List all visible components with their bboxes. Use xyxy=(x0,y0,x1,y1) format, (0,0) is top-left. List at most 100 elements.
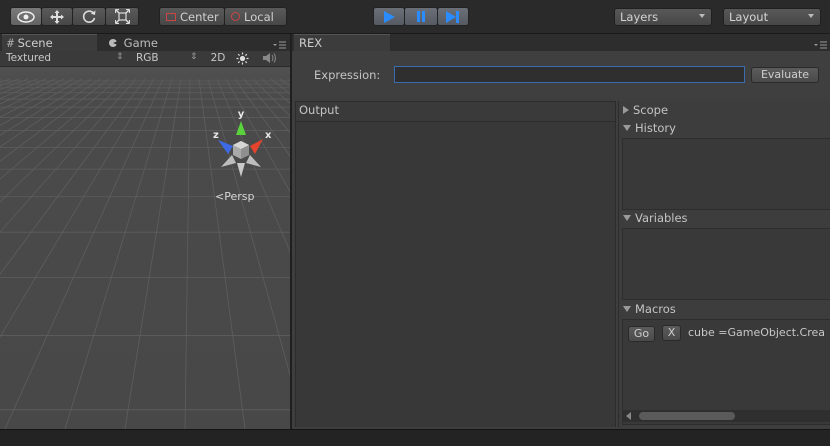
pivot-center-button[interactable]: Center xyxy=(159,7,225,26)
mode-2d-label: 2D xyxy=(210,52,226,64)
macro-remove-label: X xyxy=(667,326,676,339)
scene-viewport[interactable]: y x z <Persp xyxy=(0,67,290,429)
scale-tool-button[interactable] xyxy=(105,7,139,26)
expression-label: Expression: xyxy=(314,68,381,82)
game-pacman-icon xyxy=(109,39,117,47)
scene-panel: # Scene Game Textured ⇕ RGB ⇕ 2D y x z <… xyxy=(0,34,290,429)
pivot-local-button[interactable]: Local xyxy=(224,7,287,26)
projection-label: Persp xyxy=(224,190,255,203)
mode-2d-toggle[interactable]: 2D xyxy=(206,51,230,66)
local-rotation-icon xyxy=(231,12,240,21)
step-forward-icon xyxy=(446,10,459,23)
pivot-center-label: Center xyxy=(180,9,219,24)
variables-label: Variables xyxy=(635,211,688,225)
sun-icon xyxy=(236,52,249,65)
updown-arrows-icon: ⇕ xyxy=(190,52,198,62)
chevron-down-icon xyxy=(808,14,814,18)
scrollbar-thumb[interactable] xyxy=(639,412,735,420)
render-mode-label: RGB xyxy=(136,52,159,64)
macro-remove-button[interactable]: X xyxy=(662,325,681,341)
scene-control-bar: Textured ⇕ RGB ⇕ 2D xyxy=(0,51,290,67)
chevron-left-icon: < xyxy=(215,190,225,203)
rotate-tool-button[interactable] xyxy=(72,7,106,26)
layout-dropdown[interactable]: Layout xyxy=(723,8,821,26)
evaluate-button[interactable]: Evaluate xyxy=(751,67,819,83)
play-button[interactable] xyxy=(373,7,405,26)
gizmo-x-label: x xyxy=(265,130,272,141)
output-label: Output xyxy=(299,103,339,117)
panel-menu-icon[interactable] xyxy=(814,39,827,49)
layout-dropdown-label: Layout xyxy=(729,10,769,24)
pause-icon xyxy=(417,11,425,22)
macros-label: Macros xyxy=(635,302,676,316)
chevron-down-icon xyxy=(699,14,705,18)
shading-mode-dropdown[interactable]: Textured ⇕ xyxy=(6,52,124,65)
output-text-area[interactable] xyxy=(296,121,615,427)
pivot-local-label: Local xyxy=(244,9,274,24)
tab-scene-label: Scene xyxy=(17,36,53,50)
grid-hash-icon: # xyxy=(7,36,14,50)
gizmo-neg-x-cone[interactable] xyxy=(221,155,236,167)
gizmo-x-cone[interactable] xyxy=(250,139,263,154)
shading-mode-label: Textured xyxy=(6,52,52,64)
triangle-down-icon xyxy=(623,306,631,312)
gizmo-y-label: y xyxy=(238,109,245,120)
pause-button[interactable] xyxy=(404,7,438,26)
tab-game[interactable]: Game xyxy=(104,35,194,52)
orientation-gizmo[interactable]: y x z xyxy=(206,109,276,189)
projection-toggle[interactable]: <Persp xyxy=(215,190,254,203)
view-tool-button[interactable] xyxy=(10,7,42,26)
expression-row: Expression: Evaluate xyxy=(292,51,830,97)
gizmo-z-cone[interactable] xyxy=(218,140,233,154)
status-bar xyxy=(0,429,830,446)
layers-dropdown[interactable]: Layers xyxy=(614,8,712,26)
expression-input[interactable] xyxy=(394,66,745,83)
panel-menu-icon[interactable] xyxy=(273,39,286,49)
tab-game-label: Game xyxy=(123,36,158,50)
macro-go-label: Go xyxy=(633,327,650,340)
move-arrows-icon xyxy=(50,9,64,24)
updown-arrows-icon: ⇕ xyxy=(116,52,124,62)
triangle-down-icon xyxy=(623,215,631,221)
render-mode-dropdown[interactable]: RGB ⇕ xyxy=(136,52,200,65)
macro-go-button[interactable]: Go xyxy=(628,326,655,342)
gizmo-neg-z-cone[interactable] xyxy=(246,155,261,167)
main-toolbar: Center Local Layers Layout xyxy=(0,0,830,34)
macro-row: Go X cube =GameObject.Crea xyxy=(623,323,830,343)
scene-lighting-toggle[interactable] xyxy=(236,52,250,65)
scroll-left-arrow-icon[interactable] xyxy=(626,412,631,420)
variables-list[interactable] xyxy=(622,228,830,300)
gizmo-z-label: z xyxy=(213,130,219,141)
step-button[interactable] xyxy=(437,7,469,26)
scene-audio-toggle[interactable] xyxy=(262,52,278,65)
center-pivot-icon xyxy=(166,12,176,21)
macro-code: cube =GameObject.Crea xyxy=(688,326,826,339)
rex-panel: REX Expression: Evaluate Output Scope Hi… xyxy=(292,34,830,429)
tab-rex[interactable]: REX xyxy=(294,34,390,51)
tab-scene[interactable]: # Scene xyxy=(2,34,97,51)
triangle-down-icon xyxy=(623,125,631,131)
history-label: History xyxy=(635,121,676,135)
history-foldout[interactable]: History xyxy=(619,120,676,137)
macros-foldout[interactable]: Macros xyxy=(619,301,676,318)
eye-icon xyxy=(17,10,35,23)
triangle-right-icon xyxy=(623,106,629,114)
scope-foldout[interactable]: Scope xyxy=(619,102,668,119)
macros-list: Go X cube =GameObject.Crea xyxy=(622,319,830,425)
scope-label: Scope xyxy=(633,103,669,117)
move-tool-button[interactable] xyxy=(41,7,73,26)
output-panel: Output xyxy=(295,101,616,427)
rotate-icon xyxy=(82,10,95,23)
sections-panel: Scope History Variables Macros Go X cube… xyxy=(618,101,830,427)
gizmo-neg-y-cone[interactable] xyxy=(237,163,245,177)
macros-scrollbar[interactable] xyxy=(623,410,830,422)
gizmo-y-cone[interactable] xyxy=(236,121,246,135)
scale-icon xyxy=(114,9,130,24)
variables-foldout[interactable]: Variables xyxy=(619,210,688,227)
speaker-icon xyxy=(263,53,276,63)
evaluate-button-label: Evaluate xyxy=(760,68,810,81)
play-icon xyxy=(384,10,395,23)
tab-rex-label: REX xyxy=(299,36,323,50)
history-list[interactable] xyxy=(622,138,830,210)
layers-dropdown-label: Layers xyxy=(620,10,659,24)
